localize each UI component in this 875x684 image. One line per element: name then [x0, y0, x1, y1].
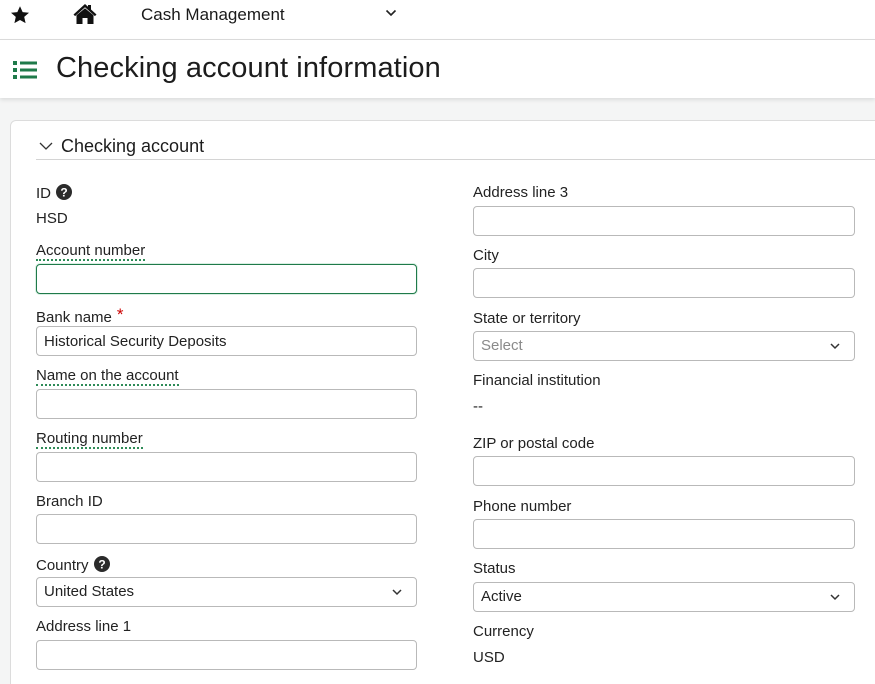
routing-number-label[interactable]: Routing number [36, 430, 143, 449]
status-select[interactable]: Active [473, 582, 855, 612]
address-line-1-label: Address line 1 [36, 618, 132, 635]
state-select[interactable]: Select [473, 331, 855, 361]
address-line-3-label: Address line 3 [473, 184, 569, 201]
zip-label: ZIP or postal code [473, 435, 595, 452]
account-number-label[interactable]: Account number [36, 242, 146, 261]
page-title: Checking account information [56, 52, 441, 84]
currency-value: USD [473, 649, 505, 666]
svg-text:?: ? [98, 557, 105, 571]
list-icon[interactable] [13, 59, 37, 81]
bank-name-input[interactable] [36, 326, 417, 356]
bank-name-label: Bank name * [36, 305, 124, 326]
address-line-3-input[interactable] [473, 206, 855, 236]
zip-input[interactable] [473, 456, 855, 486]
chevron-down-icon [392, 589, 402, 596]
title-bar: Checking account information [0, 40, 875, 98]
financial-institution-value: -- [473, 398, 483, 415]
section-divider [36, 159, 875, 160]
branch-id-input[interactable] [36, 514, 417, 544]
city-label: City [473, 247, 499, 264]
status-selected-value: Active [481, 588, 522, 605]
status-label: Status [473, 560, 516, 577]
chevron-down-icon[interactable] [385, 8, 397, 18]
country-selected-value: United States [44, 583, 135, 600]
help-icon[interactable]: ? [56, 184, 72, 200]
currency-label: Currency [473, 623, 534, 640]
branch-id-label: Branch ID [36, 493, 103, 510]
top-bar: Cash Management [0, 0, 875, 40]
section-title[interactable]: Checking account [61, 136, 204, 157]
routing-number-input[interactable] [36, 452, 417, 482]
name-on-account-input[interactable] [36, 389, 417, 419]
chevron-down-icon [830, 343, 840, 350]
financial-institution-label: Financial institution [473, 372, 601, 389]
id-label: ID? [36, 184, 72, 202]
phone-number-input[interactable] [473, 519, 855, 549]
chevron-down-icon[interactable] [39, 141, 53, 151]
chevron-down-icon [830, 594, 840, 601]
id-value: HSD [36, 210, 68, 227]
name-on-account-label[interactable]: Name on the account [36, 367, 179, 386]
help-icon[interactable]: ? [93, 556, 110, 572]
address-line-1-input[interactable] [36, 640, 417, 670]
account-number-input[interactable] [36, 264, 417, 294]
module-selector-label[interactable]: Cash Management [141, 5, 285, 25]
phone-number-label: Phone number [473, 498, 572, 515]
home-icon[interactable] [72, 2, 98, 26]
country-select[interactable]: United States [36, 577, 417, 607]
city-input[interactable] [473, 268, 855, 298]
star-icon[interactable] [9, 4, 31, 26]
svg-text:?: ? [60, 185, 67, 199]
country-label: Country? [36, 556, 110, 574]
state-label: State or territory [473, 310, 581, 327]
required-marker: * [116, 305, 124, 324]
state-placeholder: Select [481, 337, 523, 354]
